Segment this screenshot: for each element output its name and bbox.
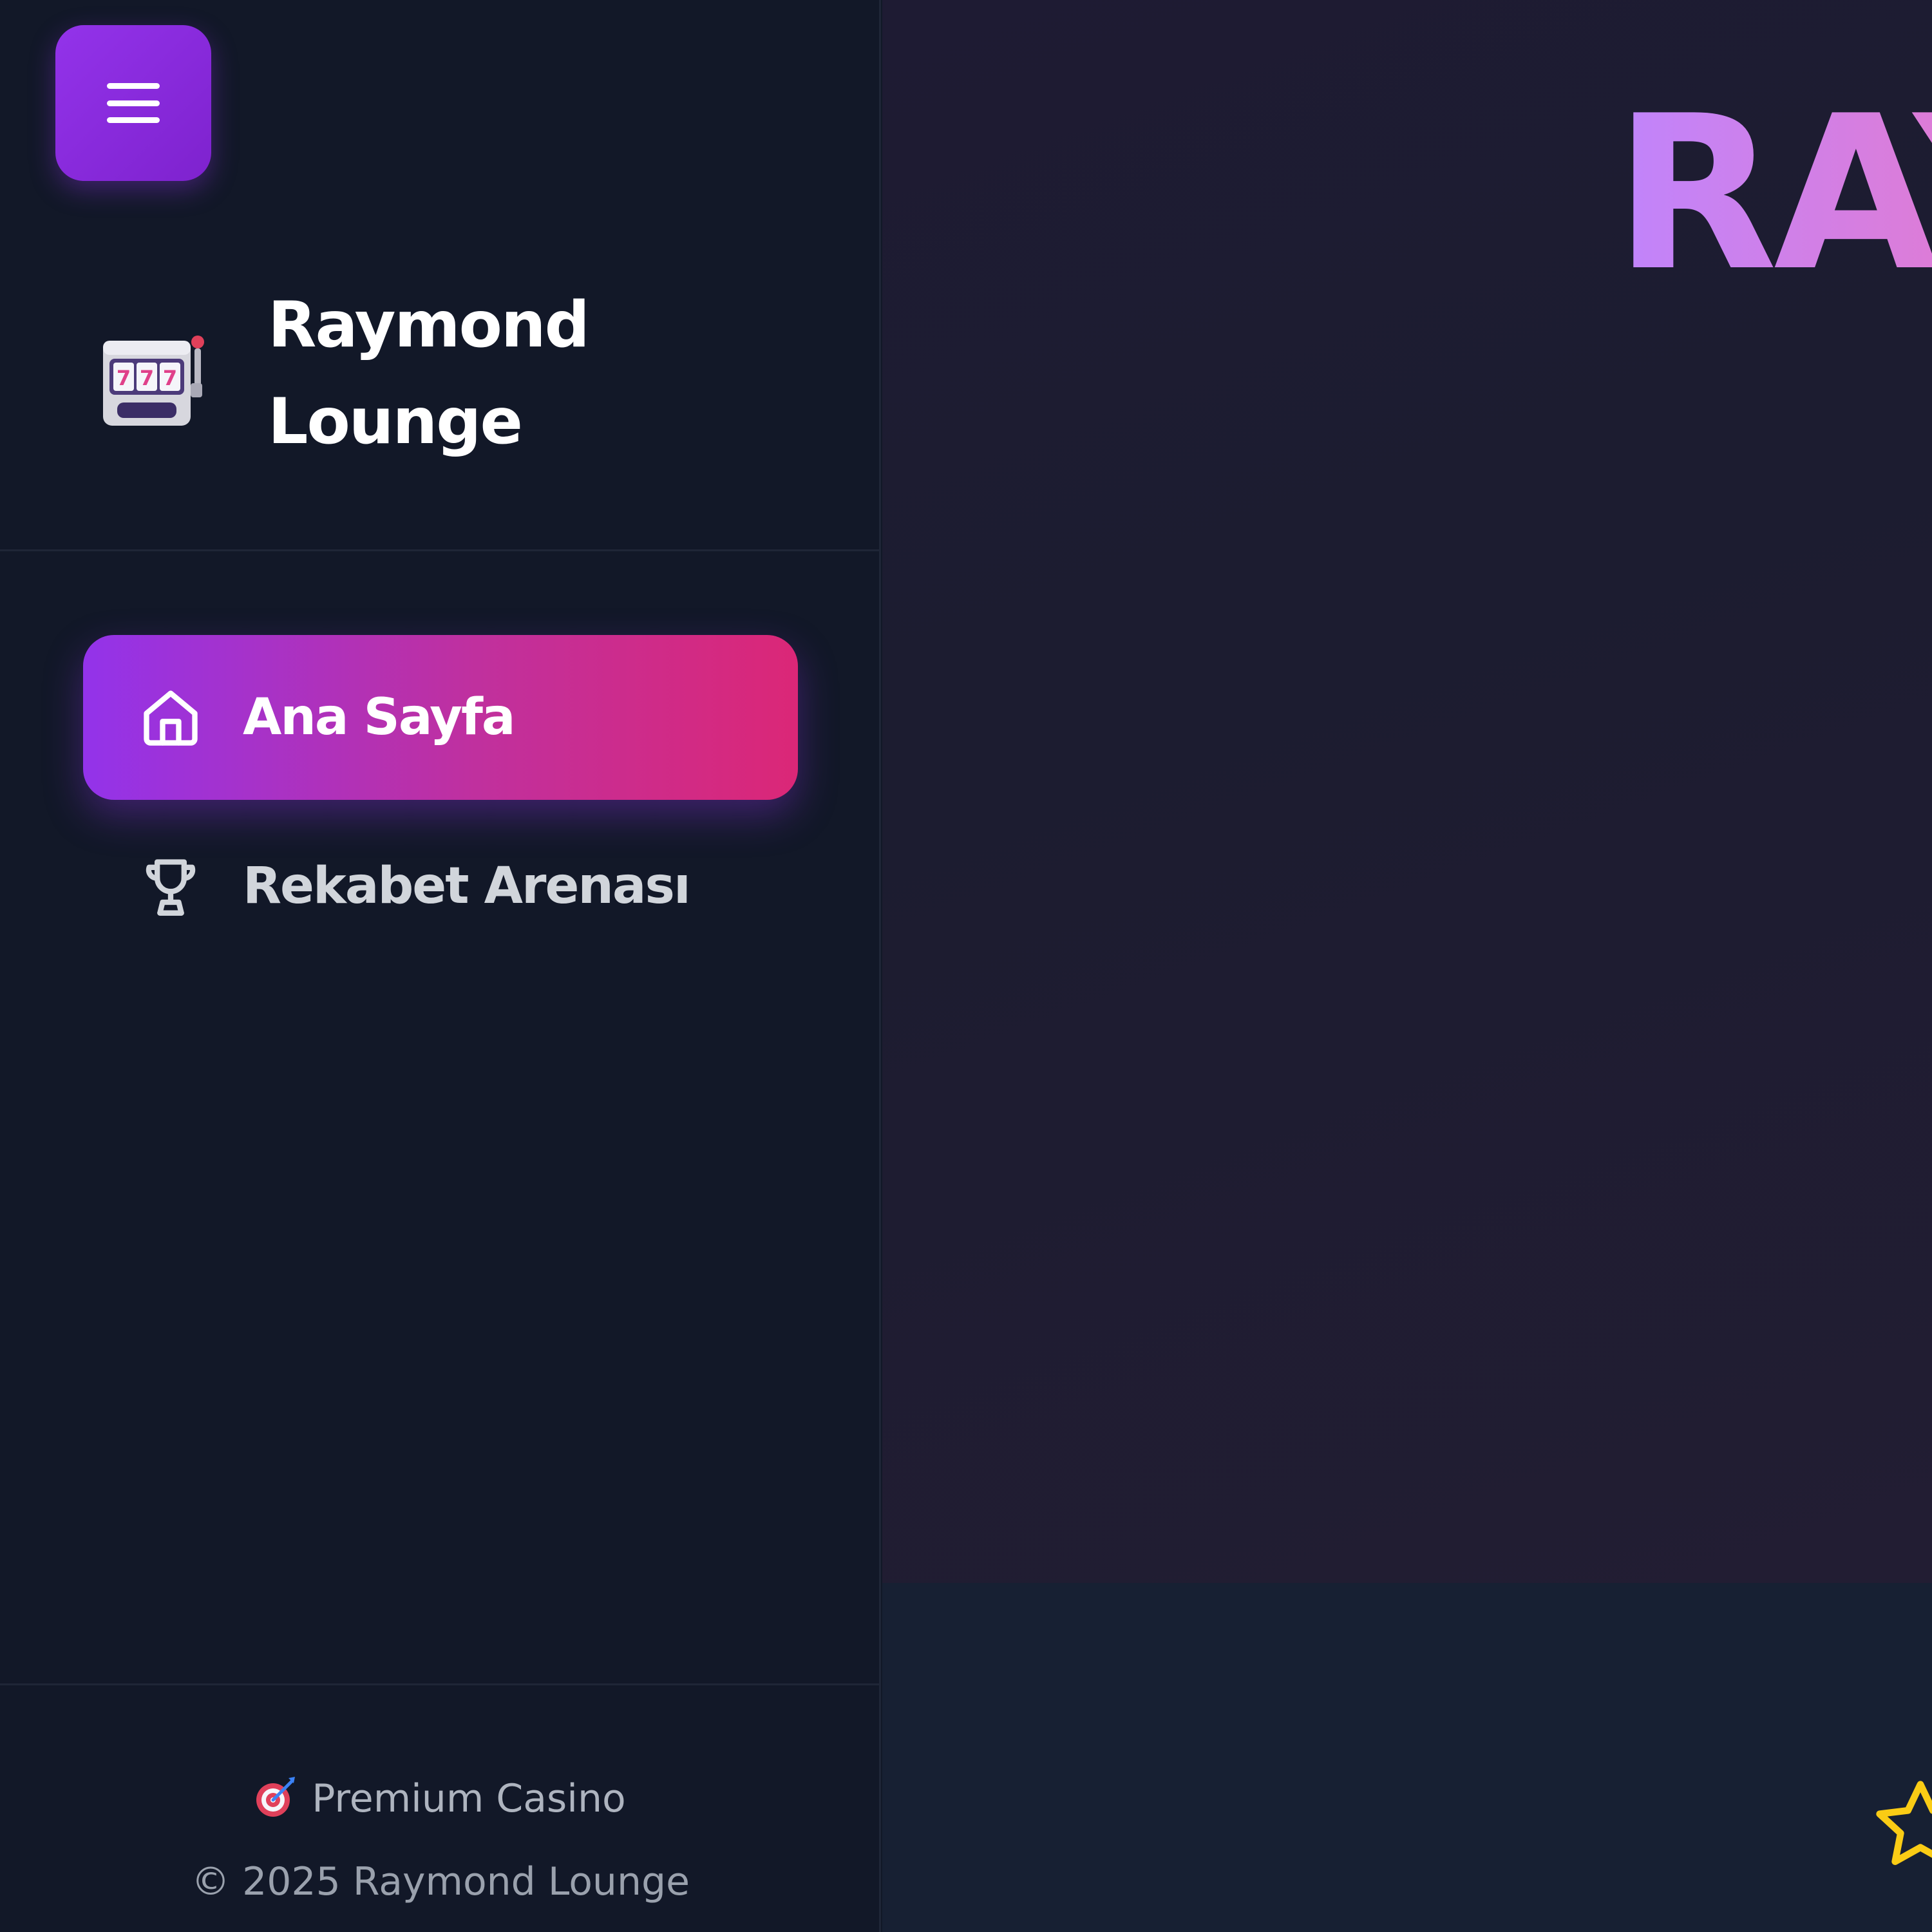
main-hero: RAY	[882, 0, 1932, 1583]
trophy-icon	[138, 854, 203, 918]
sidebar-footer: Premium Casino © 2025 Raymond Lounge	[0, 1685, 881, 1932]
svg-text:7: 7	[163, 366, 177, 390]
main-lower-section	[882, 1583, 1932, 1932]
sidebar-divider-top	[0, 549, 881, 551]
hamburger-menu-icon	[107, 83, 160, 123]
footer-tag: Premium Casino	[0, 1776, 881, 1821]
dart-target-icon	[255, 1776, 298, 1818]
brand-name-line1: Raymond	[268, 289, 590, 362]
brand-name: Raymond Lounge	[268, 277, 654, 470]
sidebar-item-label: Ana Sayfa	[243, 688, 516, 746]
hero-title: RAY	[1614, 88, 1932, 300]
svg-text:7: 7	[140, 366, 154, 390]
home-icon	[138, 685, 203, 750]
sidebar-item-ana-sayfa[interactable]: Ana Sayfa	[83, 635, 798, 800]
sidebar-item-rekabet-arenasi[interactable]: Rekabet Arenası	[83, 804, 798, 969]
brand-name-line2: Lounge	[268, 385, 523, 459]
sidebar-item-label: Rekabet Arenası	[243, 857, 691, 915]
brand[interactable]: 7 7 7 Raymond Lounge	[100, 277, 654, 470]
sidebar: 7 7 7 Raymond Lounge Ana Sayfa Rekabet A…	[0, 0, 881, 1932]
footer-copyright: © 2025 Raymond Lounge	[191, 1859, 690, 1904]
star-icon	[1869, 1774, 1932, 1877]
menu-toggle-button[interactable]	[55, 25, 211, 181]
slot-machine-icon: 7 7 7	[100, 319, 210, 428]
svg-text:7: 7	[117, 366, 131, 390]
footer-tag-text: Premium Casino	[312, 1776, 626, 1821]
